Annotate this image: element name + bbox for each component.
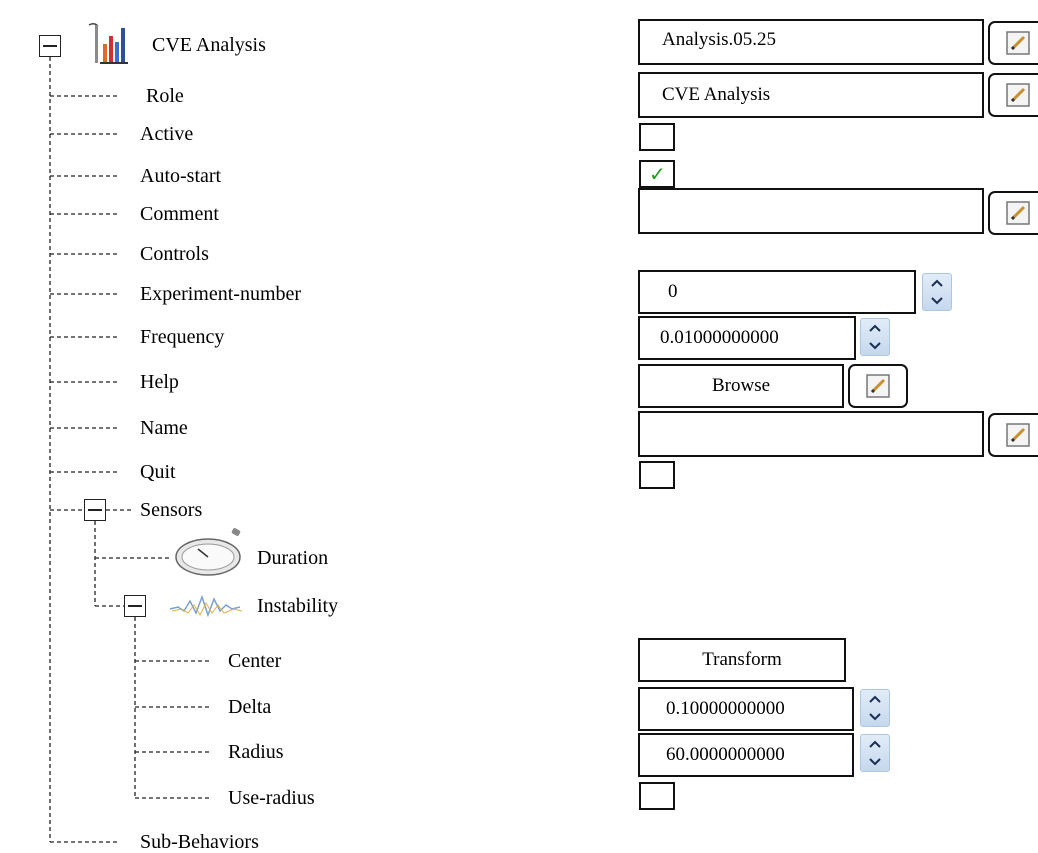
role-field[interactable]: CVE Analysis <box>638 72 984 118</box>
tree-item-name[interactable]: Name <box>140 417 188 439</box>
tree-item-duration[interactable]: Duration <box>257 547 328 569</box>
role-value: CVE Analysis <box>662 84 771 105</box>
help-edit-button[interactable] <box>848 364 908 408</box>
edit-pencil-icon <box>1006 31 1030 55</box>
help-browse-button[interactable]: Browse <box>638 364 844 408</box>
auto-start-checkbox[interactable]: ✓ <box>639 160 675 188</box>
quit-checkbox[interactable] <box>639 461 675 489</box>
root-collapse-icon[interactable] <box>39 35 61 57</box>
stopwatch-icon <box>172 527 244 577</box>
name-edit-button[interactable] <box>988 413 1038 457</box>
tree-item-auto-start[interactable]: Auto-start <box>140 165 221 187</box>
center-transform-label: Transform <box>702 649 782 670</box>
root-name-field[interactable]: Analysis.05.25 <box>638 19 984 65</box>
role-edit-button[interactable] <box>988 73 1038 117</box>
tree-item-delta[interactable]: Delta <box>228 696 271 718</box>
root-name-value: Analysis.05.25 <box>662 29 776 50</box>
tree-item-help[interactable]: Help <box>140 371 179 393</box>
root-edit-button[interactable] <box>988 21 1038 65</box>
experiment-number-value: 0 <box>668 281 678 302</box>
tree-item-center[interactable]: Center <box>228 650 281 672</box>
edit-pencil-icon <box>1006 423 1030 447</box>
spin-up-icon[interactable] <box>861 690 889 708</box>
spin-up-icon[interactable] <box>923 274 951 292</box>
spin-up-icon[interactable] <box>861 735 889 753</box>
tree-item-radius[interactable]: Radius <box>228 741 284 763</box>
tree-item-comment[interactable]: Comment <box>140 203 219 225</box>
delta-spinner[interactable] <box>860 689 890 727</box>
tree-item-sub-behaviors[interactable]: Sub-Behaviors <box>140 831 259 853</box>
frequency-field[interactable]: 0.01000000000 <box>638 316 856 360</box>
checkmark-icon: ✓ <box>649 162 666 186</box>
instability-collapse-icon[interactable] <box>124 595 146 617</box>
spin-down-icon[interactable] <box>861 708 889 726</box>
radius-spinner[interactable] <box>860 734 890 772</box>
tree-item-experiment-number[interactable]: Experiment-number <box>140 283 301 305</box>
use-radius-checkbox[interactable] <box>639 782 675 810</box>
center-transform-button[interactable]: Transform <box>638 638 846 682</box>
spin-down-icon[interactable] <box>861 753 889 771</box>
frequency-value: 0.01000000000 <box>660 327 779 348</box>
active-checkbox[interactable] <box>639 123 675 151</box>
tree-connectors <box>49 57 212 843</box>
experiment-number-spinner[interactable] <box>922 273 952 311</box>
tree-item-sensors[interactable]: Sensors <box>140 499 202 521</box>
tree-item-instability[interactable]: Instability <box>257 595 338 617</box>
edit-pencil-icon <box>866 374 890 398</box>
name-field[interactable] <box>638 411 984 457</box>
comment-field[interactable] <box>638 188 984 234</box>
waveform-icon <box>168 589 244 623</box>
spin-down-icon[interactable] <box>923 292 951 310</box>
help-browse-label: Browse <box>711 375 771 396</box>
bar-chart-tool-icon <box>86 22 132 68</box>
radius-value: 60.0000000000 <box>666 744 785 765</box>
tree-item-quit[interactable]: Quit <box>140 461 176 483</box>
tree-item-role[interactable]: Role <box>146 85 184 107</box>
tree-item-active[interactable]: Active <box>140 123 193 145</box>
tree-item-controls[interactable]: Controls <box>140 243 209 265</box>
tree-item-frequency[interactable]: Frequency <box>140 326 224 348</box>
frequency-spinner[interactable] <box>860 318 890 356</box>
experiment-number-field[interactable]: 0 <box>638 270 916 314</box>
tree-root-label[interactable]: CVE Analysis <box>152 34 266 56</box>
edit-pencil-icon <box>1006 201 1030 225</box>
spin-up-icon[interactable] <box>861 319 889 337</box>
comment-edit-button[interactable] <box>988 191 1038 235</box>
delta-value: 0.10000000000 <box>666 698 785 719</box>
radius-field[interactable]: 60.0000000000 <box>638 733 854 777</box>
sensors-collapse-icon[interactable] <box>84 499 106 521</box>
edit-pencil-icon <box>1006 83 1030 107</box>
spin-down-icon[interactable] <box>861 337 889 355</box>
tree-item-use-radius[interactable]: Use-radius <box>228 787 315 809</box>
delta-field[interactable]: 0.10000000000 <box>638 687 854 731</box>
